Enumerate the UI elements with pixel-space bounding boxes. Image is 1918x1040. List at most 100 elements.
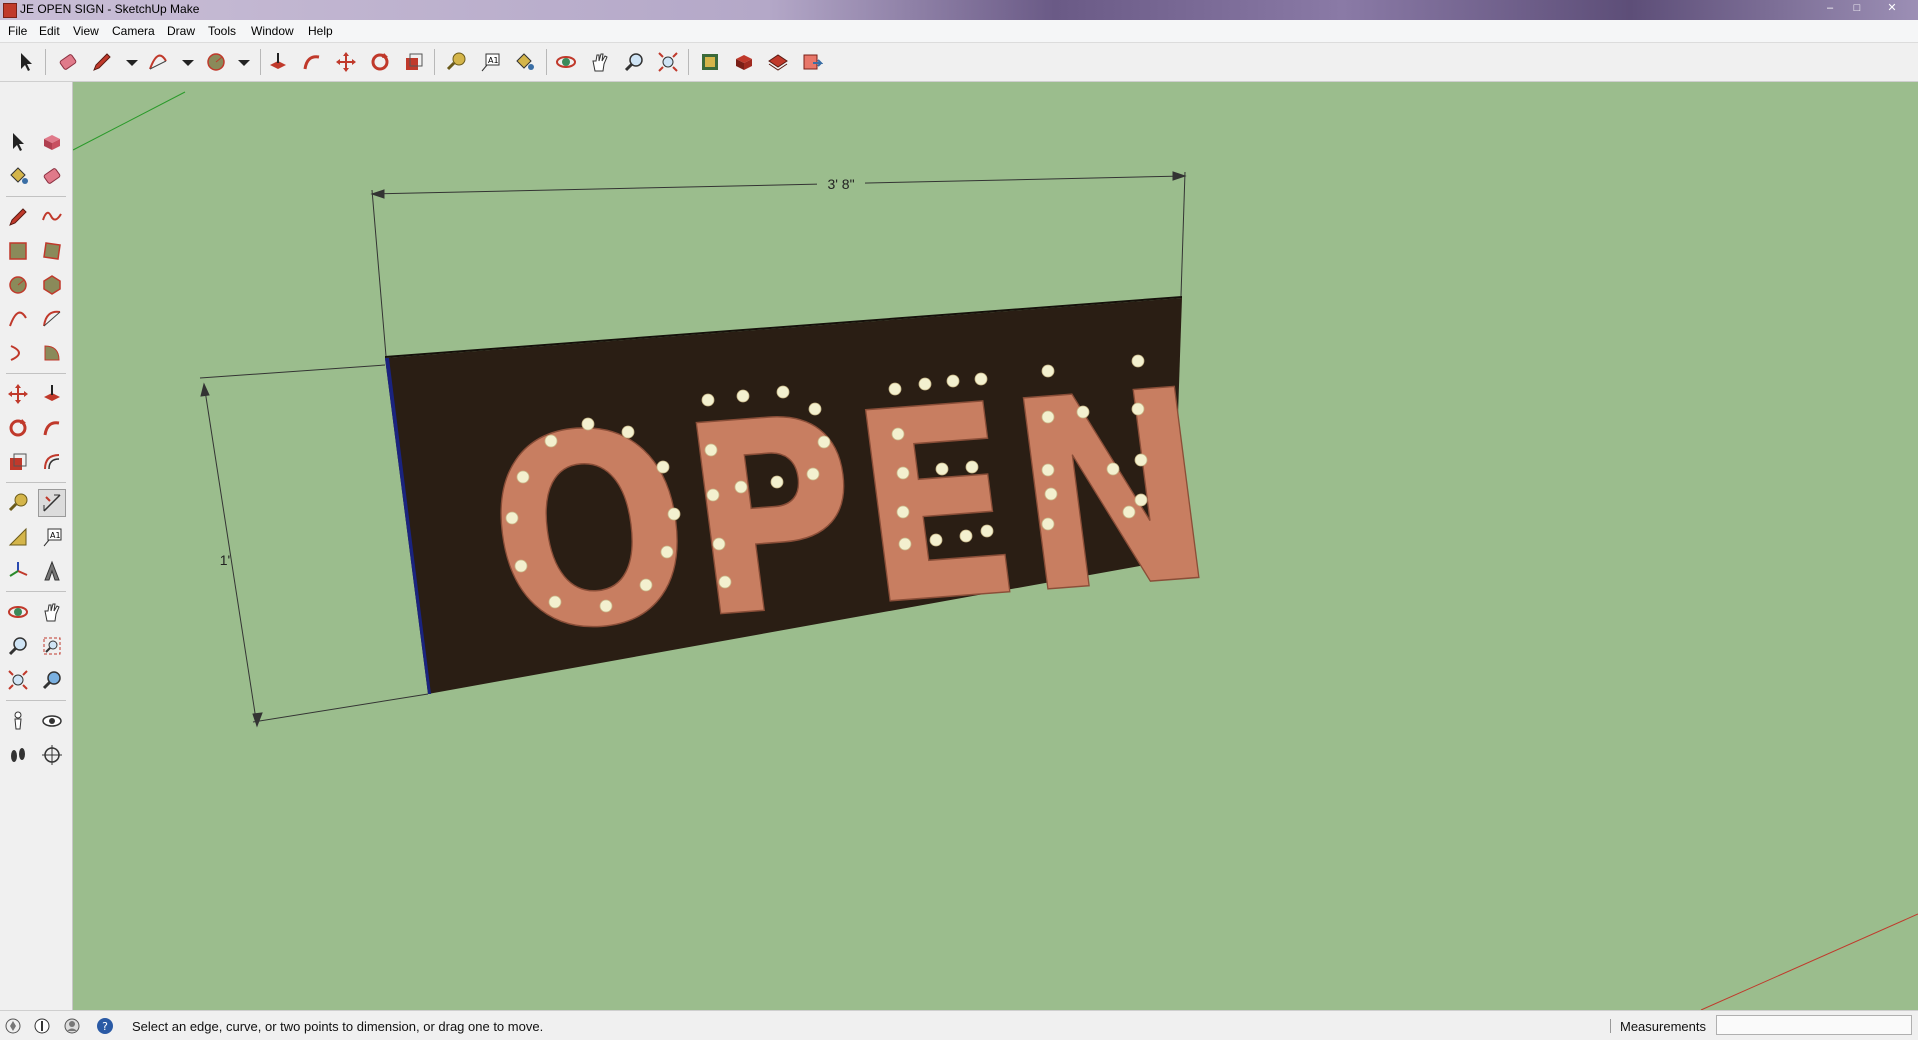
model-scene: OPEN 3' 8" 1' xyxy=(73,91,1918,1010)
toolbar-separator xyxy=(6,373,66,374)
help-icon[interactable]: ? xyxy=(96,1017,114,1035)
paint-bucket-icon[interactable] xyxy=(4,162,32,190)
tape-measure-icon[interactable] xyxy=(4,489,32,517)
svg-text:A1: A1 xyxy=(488,56,499,65)
scale-icon[interactable] xyxy=(4,448,32,476)
svg-text:A1: A1 xyxy=(50,531,61,540)
measurements-input[interactable] xyxy=(1716,1015,1912,1035)
sketchup-window: JE OPEN SIGN - SketchUp Make – □ ✕ File … xyxy=(0,0,1918,1040)
walk-icon[interactable] xyxy=(4,741,32,769)
move-icon[interactable] xyxy=(334,50,358,74)
circle-icon[interactable] xyxy=(4,271,32,299)
pencil-icon[interactable] xyxy=(4,203,32,231)
offset-icon[interactable] xyxy=(38,448,66,476)
freehand-icon[interactable] xyxy=(38,203,66,231)
zoom-extents-icon[interactable] xyxy=(656,50,680,74)
menu-view[interactable]: View xyxy=(73,24,99,38)
window-title: JE OPEN SIGN - SketchUp Make xyxy=(20,2,200,16)
dropdown-arrow-icon[interactable] xyxy=(232,50,256,74)
protractor-icon[interactable] xyxy=(4,523,32,551)
large-tool-set: A1 xyxy=(0,82,73,1010)
follow-me-icon[interactable] xyxy=(38,414,66,442)
credits-icon[interactable] xyxy=(33,1017,51,1035)
make-component-icon[interactable] xyxy=(38,128,66,156)
polygon-icon[interactable] xyxy=(38,271,66,299)
eraser-icon[interactable] xyxy=(56,50,80,74)
dropdown-arrow-icon[interactable] xyxy=(120,50,144,74)
eraser-icon[interactable] xyxy=(38,162,66,190)
select-tool-icon[interactable] xyxy=(14,50,38,74)
3d-text-icon[interactable] xyxy=(38,557,66,585)
extension-warehouse-icon[interactable] xyxy=(766,50,790,74)
minimize-button[interactable]: – xyxy=(1818,1,1842,16)
tape-measure-icon[interactable] xyxy=(444,50,468,74)
two-point-arc-icon[interactable] xyxy=(38,305,66,333)
zoom-icon[interactable] xyxy=(622,50,646,74)
select-tool-icon[interactable] xyxy=(4,128,32,156)
text-tool-icon[interactable]: A1 xyxy=(478,50,502,74)
arc-icon[interactable] xyxy=(146,50,170,74)
text-tool-icon[interactable]: A1 xyxy=(38,523,66,551)
position-camera-icon[interactable] xyxy=(4,707,32,735)
geolocation-icon[interactable] xyxy=(4,1017,22,1035)
orbit-icon[interactable] xyxy=(554,50,578,74)
pan-icon[interactable] xyxy=(38,598,66,626)
toolbar-separator xyxy=(6,591,66,592)
menu-window[interactable]: Window xyxy=(251,24,294,38)
menu-camera[interactable]: Camera xyxy=(112,24,155,38)
components-icon[interactable] xyxy=(732,50,756,74)
menu-tools[interactable]: Tools xyxy=(208,24,236,38)
menu-edit[interactable]: Edit xyxy=(39,24,60,38)
drawing-viewport[interactable]: OPEN 3' 8" 1' xyxy=(73,82,1918,1010)
close-button[interactable]: ✕ xyxy=(1872,1,1912,16)
3d-warehouse-icon[interactable] xyxy=(698,50,722,74)
dropdown-arrow-icon[interactable] xyxy=(176,50,200,74)
move-icon[interactable] xyxy=(4,380,32,408)
menu-file[interactable]: File xyxy=(8,24,27,38)
paint-bucket-icon[interactable] xyxy=(512,50,536,74)
pencil-icon[interactable] xyxy=(90,50,114,74)
status-message: Select an edge, curve, or two points to … xyxy=(132,1019,544,1034)
pan-icon[interactable] xyxy=(588,50,612,74)
toolbar-separator xyxy=(6,700,66,701)
width-dimension-label[interactable]: 3' 8" xyxy=(827,176,854,192)
toolbar-separator xyxy=(260,49,261,75)
send-to-layout-icon[interactable] xyxy=(800,50,824,74)
arc-icon[interactable] xyxy=(4,305,32,333)
measurements-label: Measurements xyxy=(1620,1019,1706,1034)
orbit-icon[interactable] xyxy=(4,598,32,626)
section-plane-icon[interactable] xyxy=(38,741,66,769)
open-sign[interactable]: OPEN xyxy=(385,296,1229,694)
user-account-icon[interactable] xyxy=(63,1017,81,1035)
rectangle-icon[interactable] xyxy=(4,237,32,265)
rotated-rectangle-icon[interactable] xyxy=(38,237,66,265)
scale-icon[interactable] xyxy=(402,50,426,74)
height-dimension-label[interactable]: 1' xyxy=(220,552,230,568)
push-pull-icon[interactable] xyxy=(38,380,66,408)
rotate-icon[interactable] xyxy=(4,414,32,442)
zoom-extents-icon[interactable] xyxy=(4,666,32,694)
green-axis xyxy=(73,91,186,151)
menu-help[interactable]: Help xyxy=(308,24,333,38)
zoom-window-icon[interactable] xyxy=(38,632,66,660)
dimension-tool-icon[interactable] xyxy=(38,489,66,517)
sign-letters: OPEN xyxy=(471,332,1229,693)
follow-me-icon[interactable] xyxy=(300,50,324,74)
three-point-arc-icon[interactable] xyxy=(4,339,32,367)
axes-icon[interactable] xyxy=(4,557,32,585)
zoom-icon[interactable] xyxy=(4,632,32,660)
main-toolbar: A1 xyxy=(0,43,1918,82)
look-around-icon[interactable] xyxy=(38,707,66,735)
rotate-icon[interactable] xyxy=(368,50,392,74)
previous-view-icon[interactable] xyxy=(38,666,66,694)
push-pull-icon[interactable] xyxy=(266,50,290,74)
menu-draw[interactable]: Draw xyxy=(167,24,195,38)
svg-text:?: ? xyxy=(102,1020,108,1033)
maximize-button[interactable]: □ xyxy=(1845,1,1869,16)
toolbar-separator xyxy=(688,49,689,75)
circle-icon[interactable] xyxy=(204,50,228,74)
toolbar-separator xyxy=(45,49,46,75)
toolbar-separator xyxy=(546,49,547,75)
title-bar: JE OPEN SIGN - SketchUp Make – □ ✕ xyxy=(0,0,1918,20)
pie-icon[interactable] xyxy=(38,339,66,367)
